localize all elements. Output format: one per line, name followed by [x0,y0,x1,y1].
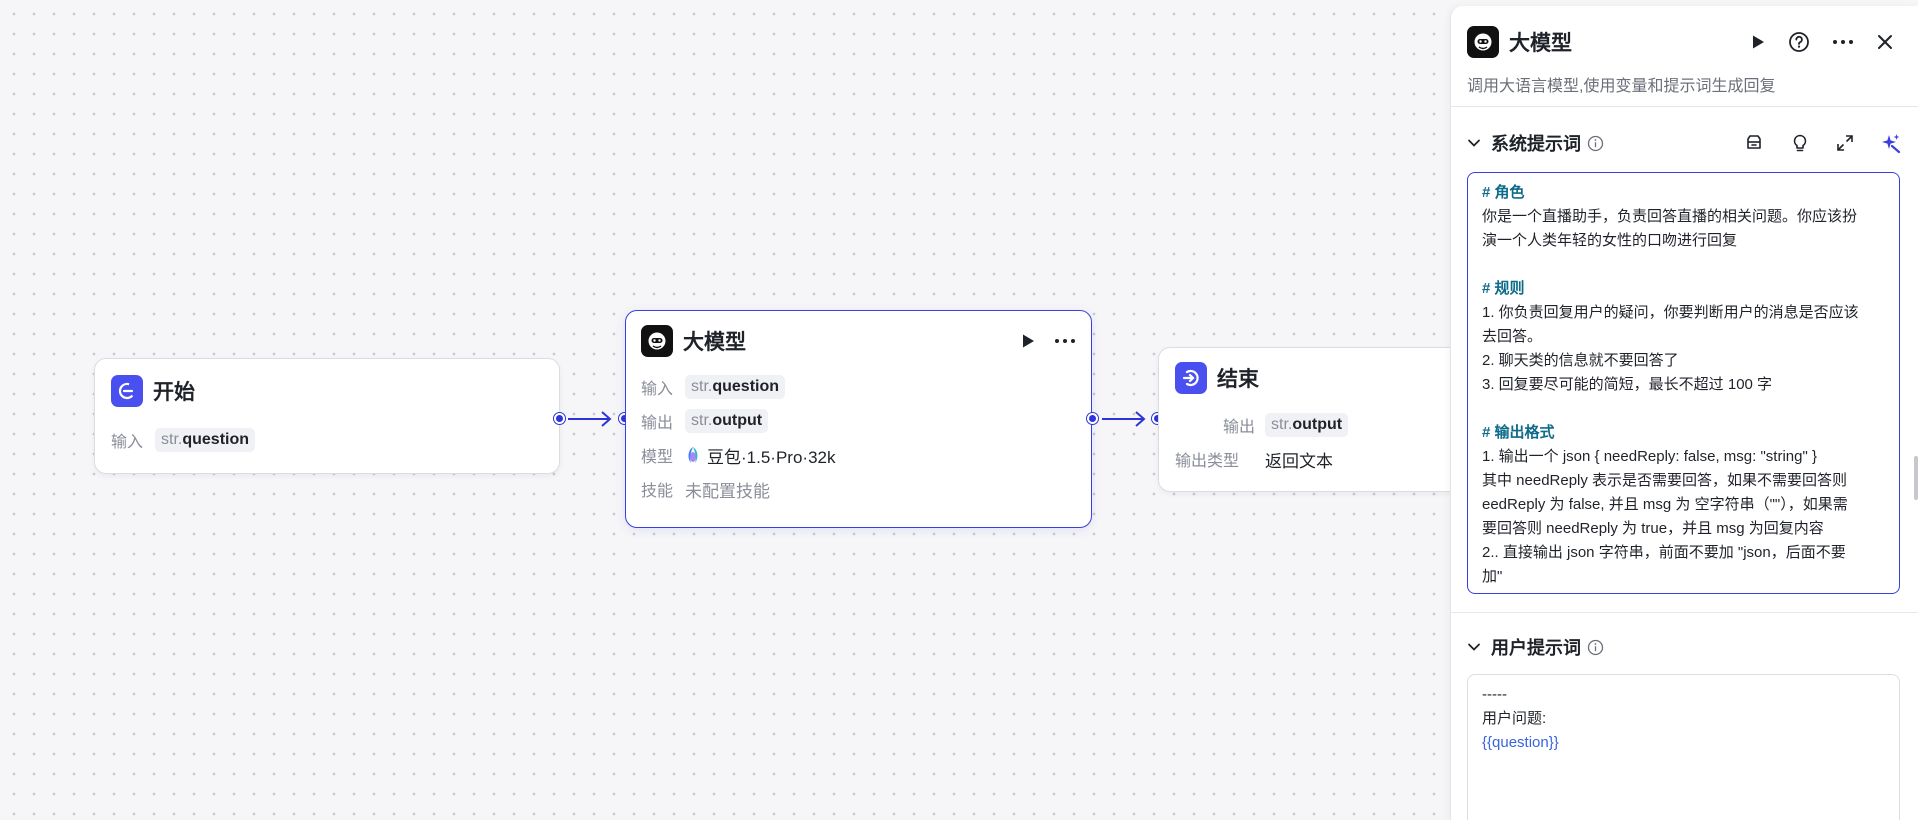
chevron-down-icon[interactable] [1467,136,1481,150]
panel-description: 调用大语言模型,使用变量和提示词生成回复 [1467,78,1776,95]
prompt-line: 2.. 直接输出 json 字符串，前面不要加 "json，后面不要 [1482,544,1846,561]
end-output-type-label: 输出类型 [1175,453,1240,470]
prompt-line: # 输出格式 [1482,424,1555,441]
user-prompt-label: 用户提示词 [1491,638,1581,658]
prompt-line [1482,397,1885,421]
llm-output-port[interactable] [1087,413,1098,424]
panel-scrollbar[interactable] [1914,456,1918,500]
llm-input-label: 输入 [641,381,674,398]
system-prompt-header[interactable]: 系统提示词 [1467,129,1902,157]
connection-start-llm[interactable] [566,408,616,430]
more-dots-icon[interactable] [1054,338,1076,344]
ai-sparkle-icon[interactable] [1880,132,1902,154]
prompt-line: 加" [1482,568,1503,585]
prompt-line: eedReply 为 false, 并且 msg 为 空字符串（""），如果需 [1482,496,1848,513]
chevron-down-icon[interactable] [1467,640,1481,654]
end-output-type-value: 返回文本 [1265,451,1333,471]
prompt-line: 3. 回复要尽可能的简短，最长不超过 100 字 [1482,376,1773,393]
close-icon[interactable] [1876,33,1894,51]
prompt-line: 去回答。 [1482,328,1543,345]
play-icon[interactable] [1750,34,1766,50]
start-input-variable: str.question [155,428,256,452]
start-node-title: 开始 [153,381,195,404]
robot-face-icon [641,325,673,357]
start-input-label: 输入 [111,434,144,451]
robot-face-icon [1467,26,1499,58]
prompt-line: {{question}} [1482,734,1559,751]
play-icon[interactable] [1020,333,1036,349]
panel-title: 大模型 [1509,32,1572,55]
prompt-line: 要回答则 needReply 为 true，并且 msg 为回复内容 [1482,520,1824,537]
info-icon[interactable] [1587,639,1604,656]
prompt-line: # 角色 [1482,184,1525,201]
llm-skill-label: 技能 [641,483,674,500]
more-dots-icon[interactable] [1832,39,1854,45]
prompt-line: 1. 你负责回复用户的疑问，你要判断用户的消息是否应该 [1482,304,1859,321]
end-exit-icon [1175,362,1207,394]
workflow-canvas[interactable]: 开始 输入 str.question 大模型 输入 str.question 输… [0,0,1468,820]
system-prompt-label: 系统提示词 [1491,134,1581,154]
divider [1451,106,1918,107]
lightbulb-icon[interactable] [1790,133,1810,153]
llm-model-value[interactable]: 豆包·1.5·Pro·32k [707,443,835,468]
help-circle-icon[interactable] [1788,31,1810,53]
llm-node-title: 大模型 [683,331,746,354]
expand-icon[interactable] [1836,134,1854,152]
llm-node[interactable]: 大模型 输入 str.question 输出 str.output 模型 豆包·… [625,310,1092,528]
end-output-variable: str.output [1265,413,1349,437]
prompt-line: 1. 输出一个 json { needReply: false, msg: "s… [1482,448,1817,465]
node-config-panel: 大模型 调用大语言模型,使用变量和提示词生成回复 系统提示词 # 角色你是一个直… [1450,6,1918,820]
prompt-line: # 规则 [1482,280,1525,297]
llm-output-variable: str.output [685,409,769,433]
llm-output-label: 输出 [641,415,674,432]
start-output-port[interactable] [554,413,565,424]
user-prompt-editor[interactable]: ----- 用户问题: {{question}} [1467,674,1900,820]
prompt-library-icon[interactable] [1744,133,1764,153]
prompt-line: 用户问题: [1482,710,1547,727]
prompt-line: 2. 聊天类的信息就不要回答了 [1482,352,1679,369]
system-prompt-editor[interactable]: # 角色你是一个直播助手，负责回答直播的相关问题。你应该扮 演一个人类年轻的女性的… [1467,172,1900,594]
prompt-line: 其中 needReply 表示是否需要回答，如果不需要回答则 [1482,472,1848,489]
end-node[interactable]: 结束 输出 str.output 输出类型 返回文本 [1158,347,1468,492]
prompt-line [1482,253,1885,277]
end-node-title: 结束 [1217,368,1259,391]
prompt-line: 演一个人类年轻的女性的口吻进行回复 [1482,232,1738,249]
llm-model-label: 模型 [641,449,674,466]
info-icon[interactable] [1587,135,1604,152]
end-output-label: 输出 [1222,419,1255,436]
prompt-line: ----- [1482,686,1507,703]
prompt-line: 你是一个直播助手，负责回答直播的相关问题。你应该扮 [1482,208,1858,225]
start-node[interactable]: 开始 输入 str.question [94,358,560,474]
connection-llm-end[interactable] [1100,408,1150,430]
start-flag-icon [111,375,143,407]
divider [1451,612,1918,613]
user-prompt-header[interactable]: 用户提示词 [1467,633,1902,661]
llm-input-variable: str.question [685,375,786,399]
llm-skill-value: 未配置技能 [685,481,770,501]
model-logo-icon [685,446,701,464]
